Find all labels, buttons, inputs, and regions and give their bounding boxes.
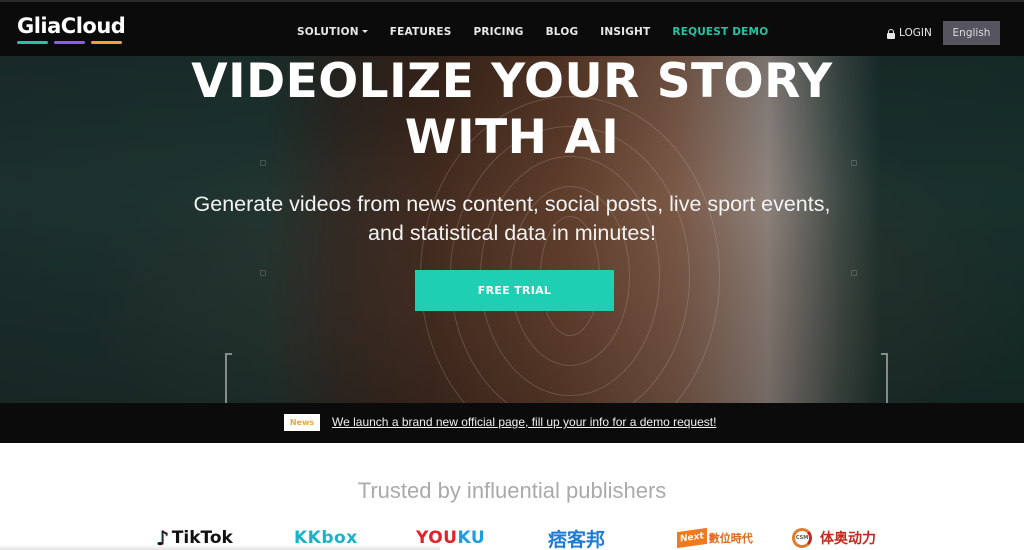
nav-features[interactable]: FEATURES — [390, 26, 452, 38]
news-link[interactable]: We launch a brand new official page, fil… — [332, 415, 716, 429]
gliacloud-logo[interactable]: GliaCloud — [17, 14, 126, 44]
nav-solution-label: SOLUTION — [297, 26, 359, 38]
top-navbar: GliaCloud SOLUTION FEATURES PRICING BLOG… — [0, 0, 1024, 56]
hero-subtitle-line1: Generate videos from news content, socia… — [193, 192, 831, 216]
logo-bar-green — [17, 41, 48, 44]
nav-request-demo[interactable]: REQUEST DEMO — [672, 26, 768, 38]
caret-down-icon — [361, 29, 368, 33]
language-select[interactable]: English — [943, 21, 1000, 45]
publishers-heading: Trusted by influential publishers — [357, 478, 667, 503]
nav-insight[interactable]: INSIGHT — [600, 26, 650, 38]
news-badge: News — [284, 414, 320, 431]
login-label: LOGIN — [899, 27, 932, 39]
youku-wordmark-blue: KU — [457, 528, 486, 548]
logo-text: GliaCloud — [17, 14, 126, 38]
hud-marker — [851, 270, 857, 276]
next-digital-wordmark: 數位時代 — [708, 532, 753, 545]
hero-section: VIDEOLIZE YOUR STORY WITH AI Generate vi… — [0, 56, 1024, 403]
nav-blog[interactable]: BLOG — [546, 26, 579, 38]
hero-headline-line1: VIDEOLIZE YOUR STORY — [191, 56, 833, 109]
hero-subtitle-line2: and statistical data in minutes! — [367, 221, 656, 245]
next-digital-logo: Next 數位時代 — [677, 526, 753, 550]
pixnet-logo: 痞客邦 — [548, 528, 606, 550]
hero-subtitle: Generate videos from news content, socia… — [0, 190, 1024, 248]
nav-solution[interactable]: SOLUTION — [297, 26, 368, 38]
logo-bar-orange — [91, 41, 122, 44]
csm-wordmark: 体奥动力 — [820, 531, 876, 547]
scroll-shadow — [0, 545, 440, 550]
lock-icon — [887, 28, 895, 39]
hero-headline-line2: WITH AI — [404, 110, 620, 165]
main-menu: SOLUTION FEATURES PRICING BLOG INSIGHT R… — [297, 26, 768, 38]
nav-pricing[interactable]: PRICING — [473, 26, 523, 38]
free-trial-button[interactable]: FREE TRIAL — [415, 270, 614, 311]
hud-bracket-right — [881, 353, 888, 403]
hero-headline: VIDEOLIZE YOUR STORY WITH AI — [0, 56, 1024, 166]
login-link[interactable]: LOGIN — [887, 27, 932, 39]
logo-bar-purple — [54, 41, 85, 44]
csm-logo: CSM 体奥动力 — [792, 526, 876, 550]
hud-marker — [260, 270, 266, 276]
logo-color-bars — [17, 41, 125, 44]
next-badge: Next — [677, 527, 707, 549]
hud-bracket-left — [225, 353, 232, 403]
csm-ring-icon: CSM — [792, 528, 812, 548]
news-bar: News We launch a brand new official page… — [0, 403, 1024, 443]
